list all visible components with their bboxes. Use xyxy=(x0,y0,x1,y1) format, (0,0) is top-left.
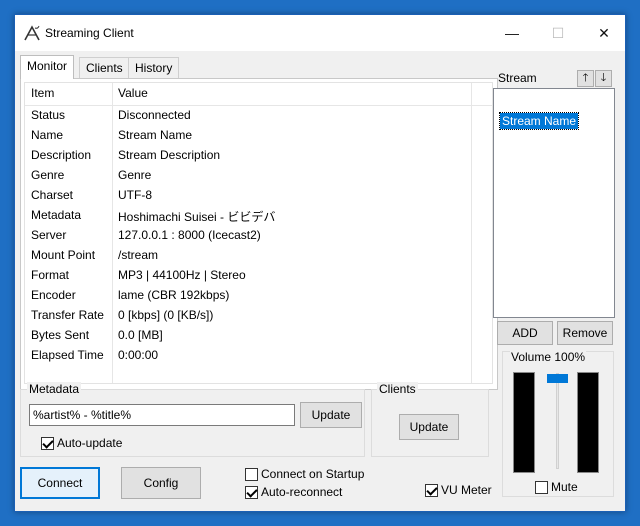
auto-reconnect-checkbox[interactable]: Auto-reconnect xyxy=(245,485,342,499)
minimize-button[interactable]: — xyxy=(489,15,535,51)
table-row[interactable]: Charset UTF-8 xyxy=(25,185,492,205)
row-value: Genre xyxy=(118,168,152,182)
metadata-format-input[interactable] xyxy=(29,404,295,426)
listview-header[interactable]: Item Value xyxy=(25,83,492,103)
metadata-group-title: Metadata xyxy=(27,382,82,396)
row-item: Elapsed Time xyxy=(31,348,104,362)
vu-meter-left xyxy=(513,372,535,473)
table-row[interactable]: Encoder lame (CBR 192kbps) xyxy=(25,285,492,305)
table-row[interactable]: Server 127.0.0.1 : 8000 (Icecast2) xyxy=(25,225,492,245)
table-row[interactable]: Transfer Rate 0 [kbps] (0 [KB/s]) xyxy=(25,305,492,325)
stream-list[interactable]: Stream Name xyxy=(493,88,615,318)
stream-list-item[interactable]: Stream Name xyxy=(498,112,580,130)
arrow-up-icon: 🡑 xyxy=(582,72,589,84)
table-row[interactable]: Description Stream Description xyxy=(25,145,492,165)
row-value: 0.0 [MB] xyxy=(118,328,163,342)
arrow-down-icon: 🡓 xyxy=(600,72,607,84)
window-title: Streaming Client xyxy=(45,26,134,40)
table-row[interactable]: Metadata Hoshimachi Suisei - ビビデバ xyxy=(25,205,492,225)
move-up-button[interactable]: 🡑 xyxy=(577,70,594,87)
monitor-listview[interactable]: Item Value Status Disconnected Name Stre… xyxy=(24,82,493,384)
row-item: Metadata xyxy=(31,208,82,222)
move-down-button[interactable]: 🡓 xyxy=(595,70,612,87)
volume-slider-track[interactable] xyxy=(556,373,559,469)
row-item: Server xyxy=(31,228,67,242)
table-row[interactable]: Status Disconnected xyxy=(25,105,492,125)
vu-meter-right xyxy=(577,372,599,473)
auto-reconnect-label: Auto-reconnect xyxy=(261,485,343,499)
auto-reconnect-checkbox-box[interactable] xyxy=(245,485,258,499)
row-value: lame (CBR 192kbps) xyxy=(118,288,230,302)
tab-monitor[interactable]: Monitor xyxy=(20,55,75,79)
row-value: Hoshimachi Suisei - ビビデバ xyxy=(118,210,276,224)
row-value: /stream xyxy=(118,248,159,262)
row-value: 127.0.0.1 : 8000 (Icecast2) xyxy=(118,228,261,242)
monitor-tab-panel: Item Value Status Disconnected Name Stre… xyxy=(20,78,498,390)
connect-on-startup-label: Connect on Startup xyxy=(261,467,365,481)
vu-meter-checkbox[interactable]: VU Meter xyxy=(425,483,492,497)
stream-label: Stream xyxy=(498,71,537,85)
mute-checkbox-box[interactable] xyxy=(535,480,548,494)
table-row[interactable]: Genre Genre xyxy=(25,165,492,185)
connect-on-startup-checkbox[interactable]: Connect on Startup xyxy=(245,467,364,481)
row-value: 0 [kbps] (0 [KB/s]) xyxy=(118,308,214,322)
table-row[interactable]: Format MP3 | 44100Hz | Stereo xyxy=(25,265,492,285)
tab-clients[interactable]: Clients xyxy=(79,57,130,78)
close-button[interactable]: ✕ xyxy=(581,15,627,51)
clients-group-title: Clients xyxy=(377,382,418,396)
row-item: Format xyxy=(31,268,70,282)
table-row[interactable]: Mount Point /stream xyxy=(25,245,492,265)
remove-stream-button[interactable]: Remove xyxy=(557,321,613,345)
row-item: Status xyxy=(31,108,66,122)
streaming-client-window: Streaming Client — ☐ ✕ Monitor Clients H… xyxy=(14,14,626,512)
maximize-button[interactable]: ☐ xyxy=(535,15,581,51)
row-value: Stream Description xyxy=(118,148,221,162)
config-button[interactable]: Config xyxy=(121,467,201,499)
volume-slider-thumb[interactable] xyxy=(547,374,568,383)
row-item: Encoder xyxy=(31,288,76,302)
mute-checkbox[interactable]: Mute xyxy=(535,480,578,494)
row-value: Disconnected xyxy=(118,108,191,122)
connect-on-startup-checkbox-box[interactable] xyxy=(245,467,258,481)
table-row[interactable]: Name Stream Name xyxy=(25,125,492,145)
row-item: Name xyxy=(31,128,64,142)
auto-update-label: Auto-update xyxy=(57,436,123,450)
row-value: UTF-8 xyxy=(118,188,152,202)
volume-label: Volume 100% xyxy=(510,350,587,364)
titlebar[interactable]: Streaming Client — ☐ ✕ xyxy=(15,15,625,51)
row-value: 0:00:00 xyxy=(118,348,159,362)
row-value: MP3 | 44100Hz | Stereo xyxy=(118,268,246,282)
update-clients-button[interactable]: Update xyxy=(399,414,459,440)
tab-history[interactable]: History xyxy=(128,57,180,78)
row-item: Bytes Sent xyxy=(31,328,90,342)
mute-label: Mute xyxy=(551,480,578,494)
row-item: Mount Point xyxy=(31,248,96,262)
row-item: Description xyxy=(31,148,92,162)
row-value: Stream Name xyxy=(118,128,193,142)
app-icon xyxy=(24,25,40,41)
table-row[interactable]: Bytes Sent 0.0 [MB] xyxy=(25,325,492,345)
vu-meter-label: VU Meter xyxy=(441,483,492,497)
vu-meter-checkbox-box[interactable] xyxy=(425,483,438,497)
table-row[interactable]: Elapsed Time 0:00:00 xyxy=(25,345,492,365)
add-stream-button[interactable]: ADD xyxy=(497,321,553,345)
auto-update-checkbox[interactable]: Auto-update xyxy=(41,436,122,450)
row-item: Transfer Rate xyxy=(31,308,104,322)
header-value[interactable]: Value xyxy=(118,86,148,100)
row-item: Charset xyxy=(31,188,74,202)
row-item: Genre xyxy=(31,168,65,182)
header-item[interactable]: Item xyxy=(31,86,54,100)
auto-update-checkbox-box[interactable] xyxy=(41,436,54,450)
connect-button[interactable]: Connect xyxy=(20,467,100,499)
update-metadata-button[interactable]: Update xyxy=(300,402,362,428)
